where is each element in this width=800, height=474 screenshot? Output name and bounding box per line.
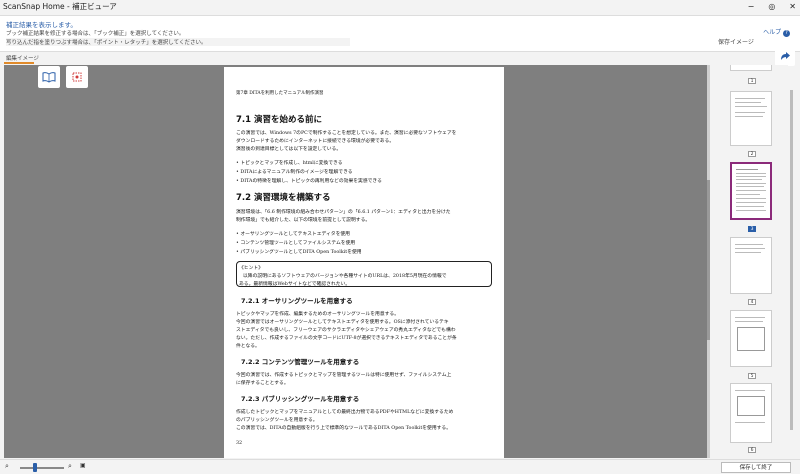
bullet-item: • DITAの特徴を理解し、トピックの再利用などの効果を実感できる: [236, 179, 382, 184]
zoom-in-icon[interactable]: ⌕: [68, 462, 72, 471]
info-line-book-correction: ブック補正結果を修正する場合は、「ブック補正」を選択してください。: [6, 31, 185, 37]
paragraph: のパブリッシングツールを用意する。: [236, 418, 318, 423]
bullet-text: DITAの特徴を理解し、トピックの再利用などの効果を実感できる: [240, 179, 382, 184]
paragraph: トピックやマップを作成、編集するためのオーサリングツールを用意する。: [236, 312, 400, 317]
zoom-out-icon[interactable]: ⌕: [5, 462, 9, 471]
thumbnail-page[interactable]: [730, 91, 772, 146]
thumbnail-number: 1: [748, 78, 756, 84]
window-controls: − ◎ ✕: [748, 0, 796, 14]
thumbnail-page[interactable]: [730, 237, 772, 294]
bullet-item: • DITAによるマニュアル制作のイメージを理解できる: [236, 170, 353, 175]
hint-title: 《ヒント》: [239, 266, 263, 271]
zoom-slider-handle[interactable]: [33, 463, 37, 472]
info-message: 補正結果を表示します。: [6, 21, 77, 29]
hint-text: ある。最新情報はWebサイトなどで確認されたい。: [239, 282, 351, 287]
bullet-item: • オーサリングツールとしてテキストエディタを使用: [236, 232, 350, 237]
page-header: 第7章 DITAを利用したマニュアル制作演習: [236, 91, 324, 96]
thumbnail-number: 2: [748, 151, 756, 157]
section-7-2-2-title: 7.2.2 コンテンツ管理ツールを用意する: [241, 358, 360, 366]
paragraph: 今回の演習ではオーサリングツールとしてテキストエディタを使用する。OSに添付され…: [236, 320, 449, 325]
book-correction-icon: [42, 72, 56, 83]
thumbnail-page[interactable]: [730, 65, 772, 71]
edit-tab-indicator: [4, 62, 34, 64]
zoom-slider[interactable]: [20, 467, 64, 469]
thumbnail-number: 6: [748, 447, 756, 453]
paragraph: この演習では、DITAの自動組版を行う上で標準的なツールであるDITA Open…: [236, 426, 452, 431]
bullet-item: • パブリッシングツールとしてDITA Open Toolkitを使用: [236, 250, 362, 255]
page-preview: 第7章 DITAを利用したマニュアル制作演習 7.1 演習を始める前に この演習…: [224, 67, 504, 458]
thumbnail-page[interactable]: [730, 383, 772, 443]
paragraph: この演習では、Windows 7のPCで制作することを想定している。また、演習に…: [236, 131, 457, 136]
bullet-text: パブリッシングツールとしてDITA Open Toolkitを使用: [240, 250, 362, 255]
bullet-text: トピックとマップを作成し、htmlに変換できる: [240, 161, 343, 166]
canvas-scrollbar-thumb[interactable]: [707, 180, 710, 340]
page-number: 32: [236, 441, 243, 446]
restore-button[interactable]: ◎: [768, 0, 775, 14]
bullet-text: オーサリングツールとしてテキストエディタを使用: [240, 232, 350, 237]
edit-canvas[interactable]: 第7章 DITAを利用したマニュアル制作演習 7.1 演習を始める前に この演習…: [4, 65, 710, 458]
paragraph: 演習後の到達目標としては以下を設定している。: [236, 147, 342, 152]
section-7-2-3-title: 7.2.3 パブリッシングツールを用意する: [241, 395, 360, 403]
thumbnail-figure: [737, 327, 765, 351]
minimize-button[interactable]: −: [748, 0, 755, 14]
help-icon: ?: [783, 30, 790, 37]
section-7-1-title: 7.1 演習を始める前に: [236, 115, 323, 125]
paragraph: ない。ただし、作成するファイルの文字コードにUTF-8が選択できるテキストエディ…: [236, 336, 457, 341]
paragraph: ストエディタでも良いし、フリーウェアのサクラエディタやシェアウェアの秀丸エディタ…: [236, 328, 456, 333]
book-correction-button[interactable]: [38, 66, 60, 88]
paragraph: に保存することとする。: [236, 381, 289, 386]
section-7-2-1-title: 7.2.1 オーサリングツールを用意する: [241, 297, 353, 305]
paragraph: ダウンロードするためにインターネットに接続できる環境が必要である。: [236, 139, 395, 144]
point-retouch-icon: [72, 72, 82, 82]
paragraph: 制作環境」でも紹介した、以下の環境を前提として説明する。: [236, 218, 371, 223]
save-and-exit-button[interactable]: 保存して終了: [721, 462, 791, 473]
section-7-2-title: 7.2 演習環境を構築する: [236, 193, 331, 203]
thumbnail-page-selected[interactable]: [730, 162, 772, 220]
sidebar-scrollbar[interactable]: [790, 90, 793, 430]
fit-page-icon[interactable]: ▣: [80, 462, 86, 469]
help-label: ヘルプ: [763, 29, 782, 36]
title-bar: ScanSnap Home - 補正ビューア: [0, 0, 800, 14]
paragraph: 今回の演習では、作成するトピックとマップを管理するツールは特に使用せず、ファイル…: [236, 373, 452, 378]
rotate-button[interactable]: [775, 48, 795, 66]
thumbnail-number: 4: [748, 299, 756, 305]
window-title: ScanSnap Home - 補正ビューア: [3, 2, 117, 11]
thumbnail-page[interactable]: [730, 310, 772, 367]
thumbnail-number-selected: 3: [748, 226, 756, 232]
bullet-item: • トピックとマップを作成し、htmlに変換できる: [236, 161, 343, 166]
bullet-item: • コンテンツ管理ツールとしてファイルシステムを使用: [236, 241, 356, 246]
info-line-point-retouch: 写り込んだ指を塗りつぶす場合は、「ポイント・レタッチ」を選択してください。: [6, 38, 350, 46]
hint-text: 以降の説明にあるソフトウェアのバージョンや各種サイトのURLは、2018年5月現…: [243, 274, 447, 279]
point-retouch-button[interactable]: [66, 66, 88, 88]
paragraph: 作成したトピックとマップをマニュアルとしての最終出力物であるPDFやHTMLなど…: [236, 410, 454, 415]
info-bar: 補正結果を表示します。 ブック補正結果を修正する場合は、「ブック補正」を選択して…: [0, 15, 800, 52]
edit-image-tab[interactable]: 編集イメージ: [6, 54, 39, 62]
thumbnail-number: 5: [748, 373, 756, 379]
bottom-bar: [0, 459, 800, 474]
help-link[interactable]: ヘルプ ?: [763, 27, 790, 37]
saved-images-panel: 1 2 3 4 5 6: [712, 65, 788, 458]
saved-images-label: 保存イメージ: [718, 39, 754, 46]
bullet-text: DITAによるマニュアル制作のイメージを理解できる: [240, 170, 353, 175]
close-button[interactable]: ✕: [789, 0, 796, 14]
paragraph: 演習環境は、「6.6 制作環境の組み合わせパターン」の「6.6.1 パターン1：…: [236, 210, 451, 215]
paragraph: 件となる。: [236, 344, 260, 349]
thumbnail-figure: [737, 396, 765, 416]
rotate-icon: [781, 52, 790, 60]
bullet-text: コンテンツ管理ツールとしてファイルシステムを使用: [240, 241, 356, 246]
